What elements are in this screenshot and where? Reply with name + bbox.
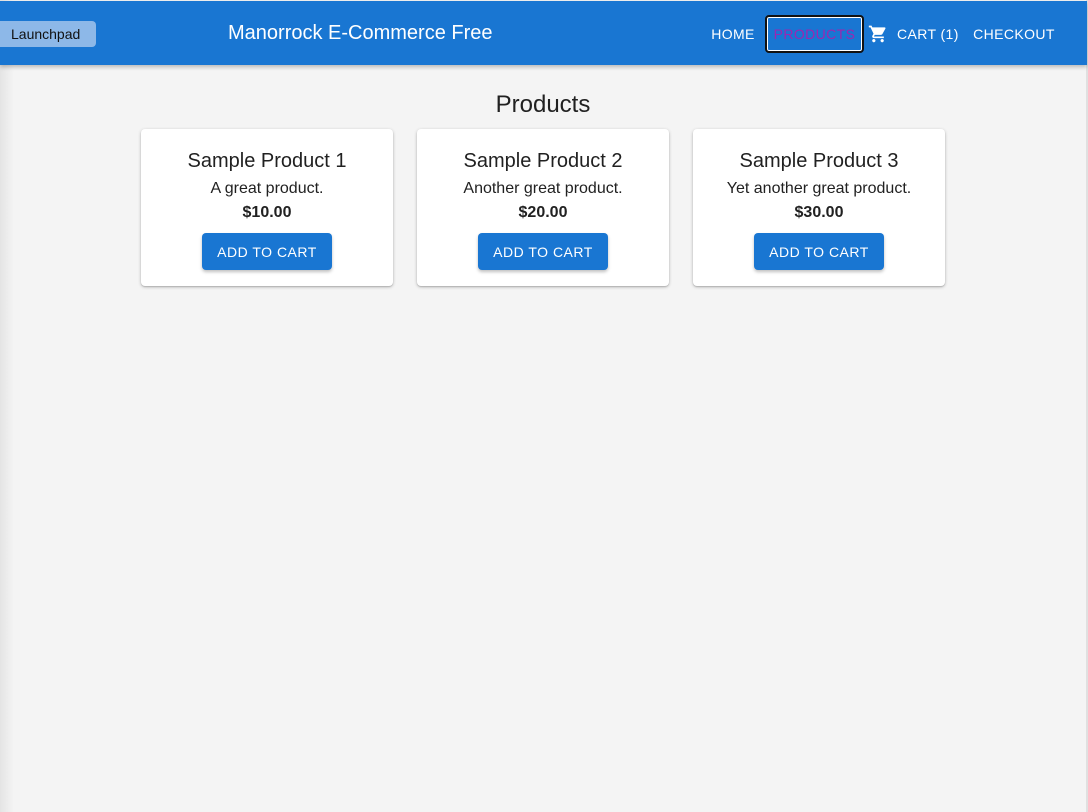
product-name: Sample Product 3 [739,150,899,172]
page-title: Products [495,91,591,118]
product-price: $20.00 [518,204,568,221]
app-bar: Launchpad Manorrock E-Commerce Free HOME… [0,1,1087,65]
product-price: $30.00 [794,204,844,221]
product-description: Another great product. [463,180,623,197]
product-price: $10.00 [242,204,292,221]
nav-cart-label: CART (1) [897,26,959,42]
nav-home-button[interactable]: HOME [704,15,762,53]
nav-checkout-button[interactable]: CHECKOUT [966,15,1062,53]
nav-products-button[interactable]: PRODUCTS [765,15,864,53]
product-description: A great product. [210,180,324,197]
product-description: Yet another great product. [726,180,912,197]
left-edge-shadow [0,0,14,812]
product-name: Sample Product 1 [187,150,347,172]
add-to-cart-button[interactable]: ADD TO CART [754,233,884,270]
product-card: Sample Product 2 Another great product. … [417,129,669,286]
product-card: Sample Product 3 Yet another great produ… [693,129,945,286]
add-to-cart-button[interactable]: ADD TO CART [202,233,332,270]
product-card: Sample Product 1 A great product. $10.00… [141,129,393,286]
nav-cart-button[interactable]: CART (1) [866,15,962,53]
main-nav: HOME PRODUCTS CART (1) CHECKOUT [0,1,1087,65]
add-to-cart-button[interactable]: ADD TO CART [478,233,608,270]
shopping-cart-icon [868,25,886,43]
product-name: Sample Product 2 [463,150,623,172]
